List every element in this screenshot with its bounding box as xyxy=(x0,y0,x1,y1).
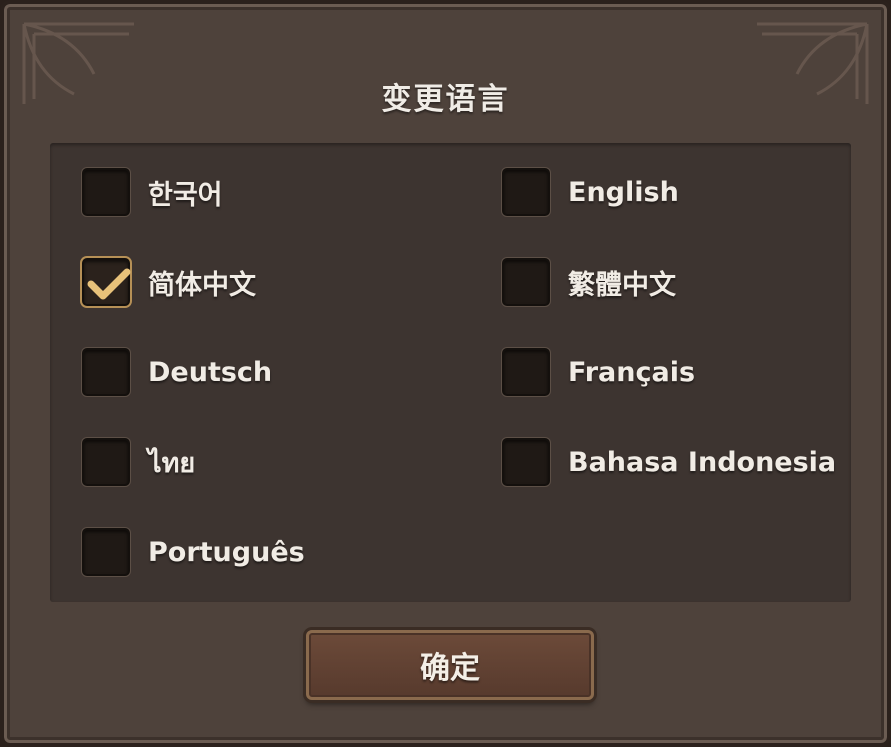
language-option-simplified-chinese[interactable]: 简体中文 xyxy=(82,255,256,309)
language-label: Français xyxy=(568,356,696,388)
language-option-indonesian[interactable]: Bahasa Indonesia xyxy=(502,435,836,489)
language-label: Bahasa Indonesia xyxy=(568,446,837,478)
checkbox[interactable] xyxy=(502,168,550,216)
checkmark-icon xyxy=(87,268,131,300)
language-option-traditional-chinese[interactable]: 繁體中文 xyxy=(502,255,676,309)
language-label: 한국어 xyxy=(148,179,223,211)
language-options-panel: 한국어 English 简体中文 繁體中文 Deutsch Français ไ… xyxy=(50,143,851,602)
checkbox[interactable] xyxy=(82,348,130,396)
checkbox[interactable] xyxy=(82,438,130,486)
checkbox[interactable] xyxy=(82,528,130,576)
language-label: Deutsch xyxy=(148,356,273,388)
checkbox[interactable] xyxy=(502,438,550,486)
language-label: ไทย xyxy=(148,447,196,479)
language-option-thai[interactable]: ไทย xyxy=(82,435,195,489)
language-option-portuguese[interactable]: Português xyxy=(82,525,305,579)
language-option-german[interactable]: Deutsch xyxy=(82,345,272,399)
checkbox[interactable] xyxy=(502,258,550,306)
confirm-button[interactable]: 确定 xyxy=(306,630,594,700)
language-option-english[interactable]: English xyxy=(502,165,679,219)
language-label: Português xyxy=(148,536,305,568)
dialog-title: 变更语言 xyxy=(381,82,510,117)
language-label: English xyxy=(568,176,679,208)
checkbox[interactable] xyxy=(502,348,550,396)
language-label: 简体中文 xyxy=(148,269,256,301)
language-label: 繁體中文 xyxy=(568,269,676,301)
checkbox[interactable] xyxy=(82,168,130,216)
language-dialog: 变更语言 한국어 English 简体中文 繁體中文 Deutsch Franç… xyxy=(0,0,891,747)
language-option-french[interactable]: Français xyxy=(502,345,695,399)
language-option-korean[interactable]: 한국어 xyxy=(82,165,223,219)
checkbox-checked[interactable] xyxy=(82,258,131,306)
